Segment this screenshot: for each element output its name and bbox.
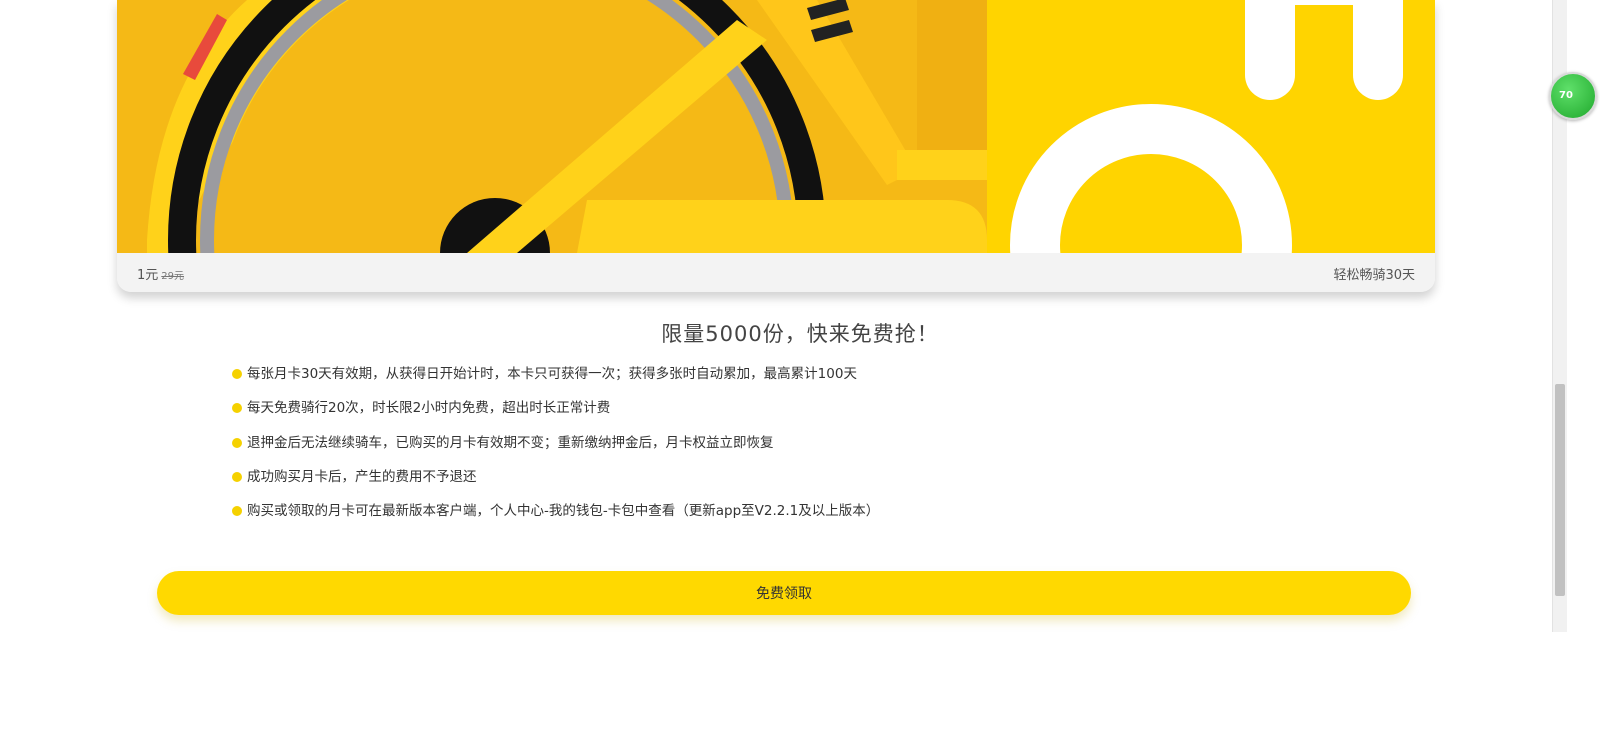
price-current: 1元 [137, 268, 159, 283]
rule-text: 购买或领取的月卡可在最新版本客户端，个人中心-我的钱包-卡包中查看（更新app至… [247, 503, 880, 520]
card-footer: 1元 29元 轻松畅骑30天 [117, 253, 1435, 292]
bullet-dot-icon [232, 403, 242, 414]
rule-text: 每天免费骑行20次，时长限2小时内免费，超出时长正常计费 [247, 400, 611, 417]
scrollbar-thumb[interactable] [1555, 384, 1565, 596]
bike-illustration [117, 0, 1435, 253]
page: 1元 29元 轻松畅骑30天 限量5000份，快来免费抢！ 每张月卡30天有效期，… [0, 0, 1600, 743]
rule-text: 成功购买月卡后，产生的费用不予退还 [247, 468, 477, 485]
monthly-card: 1元 29元 轻松畅骑30天 [117, 0, 1435, 292]
card-tagline: 轻松畅骑30天 [1333, 268, 1415, 283]
list-item: 购买或领取的月卡可在最新版本客户端，个人中心-我的钱包-卡包中查看（更新app至… [232, 501, 879, 535]
list-item: 退押金后无法继续骑车，已购买的月卡有效期不变；重新缴纳押金后，月卡权益立即恢复 [232, 433, 879, 467]
rules-list: 每张月卡30天有效期，从获得日开始计时，本卡只可获得一次；获得多张时自动累加，最… [232, 364, 879, 535]
promo-headline: 限量5000份，快来免费抢！ [661, 322, 939, 346]
price-original: 29元 [161, 271, 185, 282]
card-price: 1元 29元 [137, 264, 184, 283]
list-item: 成功购买月卡后，产生的费用不予退还 [232, 467, 879, 501]
claim-free-button[interactable]: 免费领取 [157, 571, 1411, 615]
bullet-dot-icon [232, 471, 242, 482]
bullet-dot-icon [232, 437, 242, 448]
rule-text: 每张月卡30天有效期，从获得日开始计时，本卡只可获得一次；获得多张时自动累加，最… [247, 366, 857, 382]
bullet-dot-icon [232, 369, 242, 379]
bullet-dot-icon [232, 506, 242, 517]
list-item: 每张月卡30天有效期，从获得日开始计时，本卡只可获得一次；获得多张时自动累加，最… [232, 364, 879, 398]
rule-text: 退押金后无法继续骑车，已购买的月卡有效期不变；重新缴纳押金后，月卡权益立即恢复 [247, 434, 774, 451]
list-item: 每天免费骑行20次，时长限2小时内免费，超出时长正常计费 [232, 398, 879, 432]
floating-speed-badge[interactable]: 70 [1549, 72, 1597, 120]
